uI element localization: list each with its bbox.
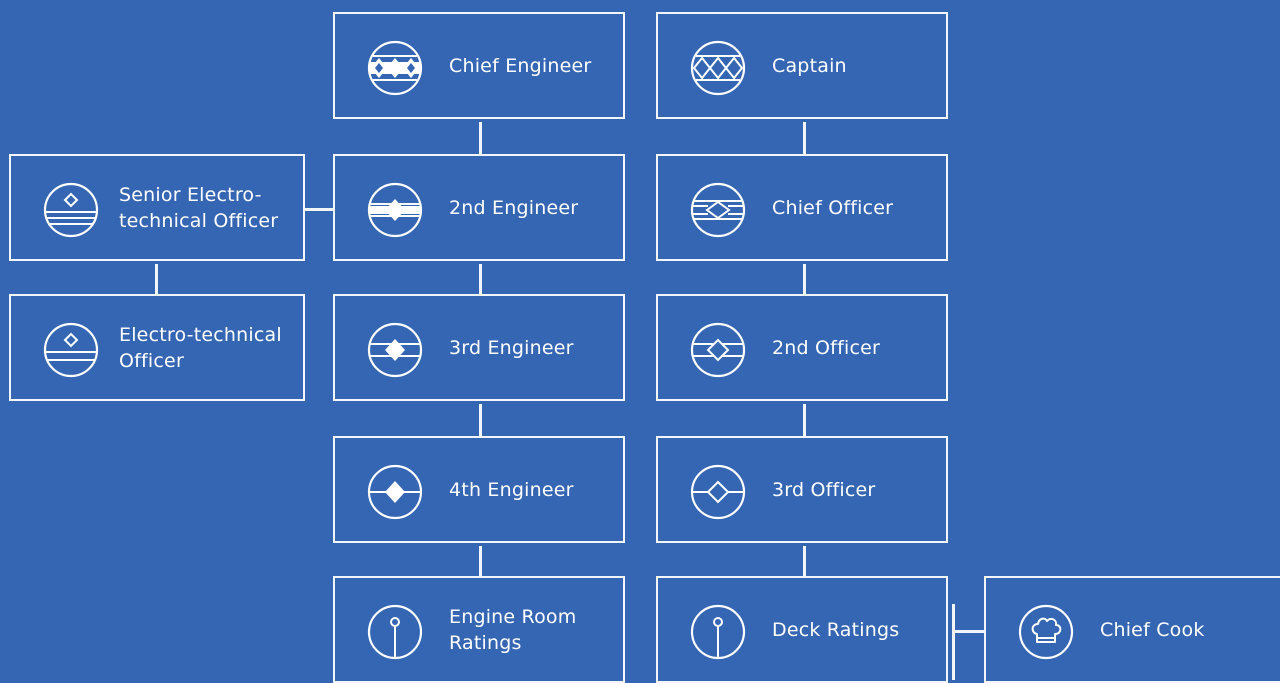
node-3rd-engineer[interactable]: 3rd Engineer bbox=[333, 294, 625, 401]
node-label: Captain bbox=[772, 54, 847, 77]
node-2nd-engineer[interactable]: 2nd Engineer bbox=[333, 154, 625, 261]
node-captain[interactable]: Captain bbox=[656, 12, 948, 119]
insignia-deck-icon bbox=[690, 464, 746, 520]
node-label: Engine Room Ratings bbox=[449, 605, 577, 654]
node-label: Deck Ratings bbox=[772, 618, 900, 641]
node-label: 3rd Engineer bbox=[449, 336, 574, 359]
node-label: Electro-technical Officer bbox=[119, 323, 282, 372]
node-label: 2nd Engineer bbox=[449, 196, 579, 219]
insignia-three-diamonds-icon bbox=[367, 40, 423, 96]
node-chief-engineer[interactable]: Chief Engineer bbox=[333, 12, 625, 119]
connector-cook-branch bbox=[952, 604, 955, 680]
connector-captain-chief-officer bbox=[803, 122, 806, 155]
connector-2nd-3rd-officer bbox=[803, 404, 806, 437]
insignia-engine-icon bbox=[367, 182, 423, 238]
node-label: Chief Cook bbox=[1100, 618, 1205, 641]
node-label: Chief Officer bbox=[772, 196, 894, 219]
connector-2nd-3rd-engineer bbox=[479, 264, 482, 295]
node-3rd-officer[interactable]: 3rd Officer bbox=[656, 436, 948, 543]
insignia-deck-icon bbox=[690, 322, 746, 378]
node-label: 3rd Officer bbox=[772, 478, 876, 501]
rating-pin-icon bbox=[367, 604, 423, 660]
node-2nd-officer[interactable]: 2nd Officer bbox=[656, 294, 948, 401]
chef-hat-icon bbox=[1018, 604, 1074, 660]
connector-seto-eto bbox=[155, 264, 158, 295]
node-eto[interactable]: Electro-technical Officer bbox=[9, 294, 305, 401]
insignia-engine-icon bbox=[367, 322, 423, 378]
connector-3rd-officer-deck-ratings bbox=[803, 546, 806, 577]
node-label: 4th Engineer bbox=[449, 478, 574, 501]
node-chief-cook[interactable]: Chief Cook bbox=[984, 576, 1280, 683]
node-chief-officer[interactable]: Chief Officer bbox=[656, 154, 948, 261]
connector-chief-2nd-officer bbox=[803, 264, 806, 295]
node-label: 2nd Officer bbox=[772, 336, 880, 359]
insignia-deck-icon bbox=[690, 182, 746, 238]
insignia-lattice-icon bbox=[690, 40, 746, 96]
connector-4th-engineer-ratings bbox=[479, 546, 482, 577]
node-label: Senior Electro- technical Officer bbox=[119, 183, 279, 232]
insignia-electro-icon bbox=[43, 182, 99, 238]
connector-seto-2nd-engineer bbox=[305, 208, 334, 211]
connector-3rd-4th-engineer bbox=[479, 404, 482, 437]
node-4th-engineer[interactable]: 4th Engineer bbox=[333, 436, 625, 543]
rating-pin-icon bbox=[690, 604, 746, 660]
node-senior-eto[interactable]: Senior Electro- technical Officer bbox=[9, 154, 305, 261]
node-engine-room-ratings[interactable]: Engine Room Ratings bbox=[333, 576, 625, 683]
node-label: Chief Engineer bbox=[449, 54, 592, 77]
node-deck-ratings[interactable]: Deck Ratings bbox=[656, 576, 948, 683]
insignia-electro-icon bbox=[43, 322, 99, 378]
insignia-engine-icon bbox=[367, 464, 423, 520]
connector-chief-engineer-2nd bbox=[479, 122, 482, 155]
connector-deck-ratings-cook bbox=[952, 630, 985, 633]
